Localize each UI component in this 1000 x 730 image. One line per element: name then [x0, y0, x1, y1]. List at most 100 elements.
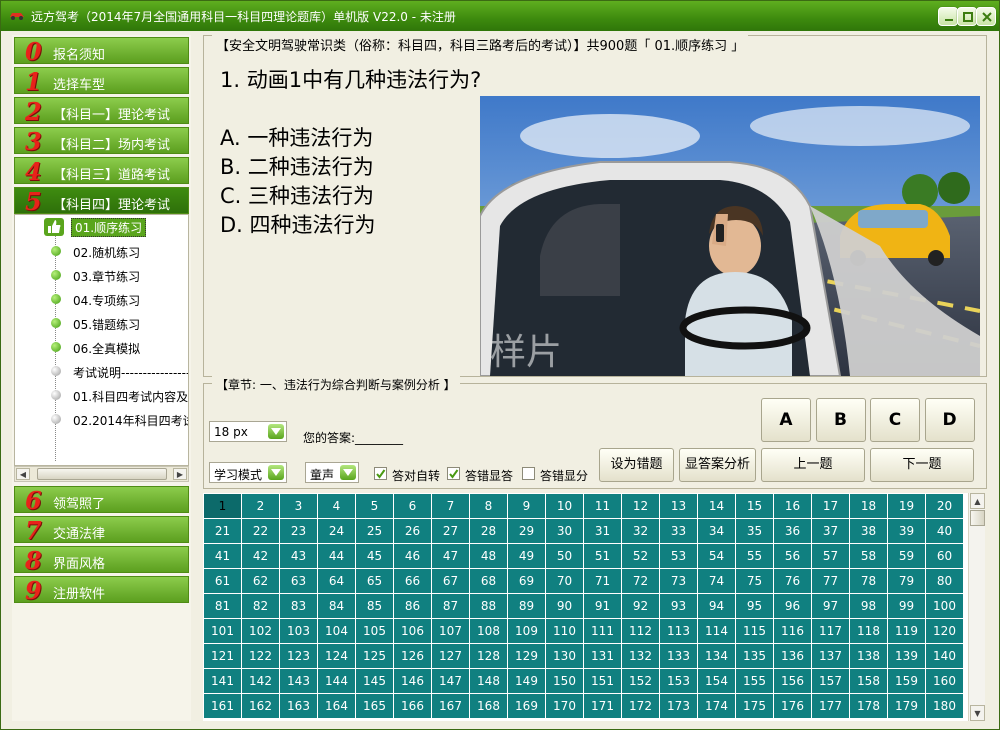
question-number-cell[interactable]: 130 [546, 644, 583, 668]
question-number-cell[interactable]: 155 [736, 669, 773, 693]
question-number-cell[interactable]: 109 [508, 619, 545, 643]
checkbox-checked-icon[interactable] [374, 467, 387, 480]
question-number-cell[interactable]: 151 [584, 669, 621, 693]
answer-button-b[interactable]: B [815, 398, 866, 442]
question-number-cell[interactable]: 60 [926, 544, 963, 568]
question-number-cell[interactable]: 110 [546, 619, 583, 643]
question-number-cell[interactable]: 102 [242, 619, 279, 643]
scroll-left-icon[interactable]: ◀ [16, 468, 30, 480]
question-number-cell[interactable]: 116 [774, 619, 811, 643]
answer-button-a[interactable]: A [761, 398, 811, 442]
question-number-cell[interactable]: 127 [432, 644, 469, 668]
scroll-thumb[interactable] [970, 510, 985, 526]
question-number-cell[interactable]: 136 [774, 644, 811, 668]
question-number-cell[interactable]: 81 [204, 594, 241, 618]
question-number-cell[interactable]: 34 [698, 519, 735, 543]
grid-vertical-scrollbar[interactable]: ▲ ▼ [968, 493, 985, 721]
question-number-cell[interactable]: 134 [698, 644, 735, 668]
question-number-cell[interactable]: 111 [584, 619, 621, 643]
question-number-cell[interactable]: 146 [394, 669, 431, 693]
question-number-cell[interactable]: 177 [812, 694, 849, 718]
question-number-cell[interactable]: 36 [774, 519, 811, 543]
question-number-cell[interactable]: 77 [812, 569, 849, 593]
question-number-cell[interactable]: 39 [888, 519, 925, 543]
answer-option-0[interactable]: A. 一种违法行为 [220, 122, 373, 152]
question-number-cell[interactable]: 126 [394, 644, 431, 668]
question-number-cell[interactable]: 73 [660, 569, 697, 593]
question-number-cell[interactable]: 58 [850, 544, 887, 568]
question-number-cell[interactable]: 119 [888, 619, 925, 643]
question-number-cell[interactable]: 26 [394, 519, 431, 543]
question-number-cell[interactable]: 138 [850, 644, 887, 668]
question-number-cell[interactable]: 179 [888, 694, 925, 718]
menu-item-5[interactable]: 5 【科目四】理论考试 [14, 187, 189, 216]
question-number-cell[interactable]: 104 [318, 619, 355, 643]
question-number-cell[interactable]: 70 [546, 569, 583, 593]
question-number-cell[interactable]: 93 [660, 594, 697, 618]
question-number-cell[interactable]: 3 [280, 494, 317, 518]
question-number-cell[interactable]: 25 [356, 519, 393, 543]
question-number-cell[interactable]: 96 [774, 594, 811, 618]
question-number-cell[interactable]: 135 [736, 644, 773, 668]
question-number-cell[interactable]: 167 [432, 694, 469, 718]
menu-item-6[interactable]: 6 领驾照了 [14, 486, 189, 515]
question-number-cell[interactable]: 170 [546, 694, 583, 718]
question-number-cell[interactable]: 74 [698, 569, 735, 593]
question-number-cell[interactable]: 45 [356, 544, 393, 568]
question-number-cell[interactable]: 78 [850, 569, 887, 593]
question-number-cell[interactable]: 164 [318, 694, 355, 718]
question-number-cell[interactable]: 92 [622, 594, 659, 618]
close-button[interactable] [976, 7, 996, 26]
question-number-cell[interactable]: 105 [356, 619, 393, 643]
question-number-cell[interactable]: 64 [318, 569, 355, 593]
dropdown-arrow-icon[interactable] [268, 424, 284, 439]
question-number-cell[interactable]: 65 [356, 569, 393, 593]
question-number-cell[interactable]: 72 [622, 569, 659, 593]
question-number-cell[interactable]: 50 [546, 544, 583, 568]
question-number-cell[interactable]: 120 [926, 619, 963, 643]
question-number-cell[interactable]: 143 [280, 669, 317, 693]
question-number-cell[interactable]: 51 [584, 544, 621, 568]
question-number-cell[interactable]: 33 [660, 519, 697, 543]
question-number-cell[interactable]: 169 [508, 694, 545, 718]
question-number-cell[interactable]: 100 [926, 594, 963, 618]
question-number-cell[interactable]: 152 [622, 669, 659, 693]
question-number-cell[interactable]: 30 [546, 519, 583, 543]
question-number-cell[interactable]: 88 [470, 594, 507, 618]
font-size-select[interactable]: 18 px [209, 421, 287, 442]
question-number-cell[interactable]: 139 [888, 644, 925, 668]
question-number-cell[interactable]: 17 [812, 494, 849, 518]
question-number-cell[interactable]: 178 [850, 694, 887, 718]
question-number-cell[interactable]: 8 [470, 494, 507, 518]
tree-horizontal-scrollbar[interactable]: ◀ ▶ [14, 466, 189, 482]
question-number-cell[interactable]: 59 [888, 544, 925, 568]
question-number-cell[interactable]: 23 [280, 519, 317, 543]
question-number-cell[interactable]: 172 [622, 694, 659, 718]
question-number-cell[interactable]: 106 [394, 619, 431, 643]
question-number-cell[interactable]: 154 [698, 669, 735, 693]
question-number-cell[interactable]: 90 [546, 594, 583, 618]
question-number-cell[interactable]: 108 [470, 619, 507, 643]
question-number-cell[interactable]: 98 [850, 594, 887, 618]
question-number-cell[interactable]: 57 [812, 544, 849, 568]
question-number-cell[interactable]: 103 [280, 619, 317, 643]
question-number-cell[interactable]: 43 [280, 544, 317, 568]
question-number-cell[interactable]: 37 [812, 519, 849, 543]
question-number-cell[interactable]: 122 [242, 644, 279, 668]
question-number-cell[interactable]: 42 [242, 544, 279, 568]
question-number-cell[interactable]: 82 [242, 594, 279, 618]
question-number-cell[interactable]: 166 [394, 694, 431, 718]
question-number-cell[interactable]: 27 [432, 519, 469, 543]
question-number-cell[interactable]: 87 [432, 594, 469, 618]
question-number-cell[interactable]: 157 [812, 669, 849, 693]
question-number-cell[interactable]: 174 [698, 694, 735, 718]
question-number-cell[interactable]: 9 [508, 494, 545, 518]
maximize-button[interactable] [957, 7, 977, 26]
dropdown-arrow-icon[interactable] [340, 465, 356, 480]
question-number-cell[interactable]: 10 [546, 494, 583, 518]
question-number-cell[interactable]: 31 [584, 519, 621, 543]
question-number-cell[interactable]: 35 [736, 519, 773, 543]
question-number-grid[interactable]: 1 2 3 4 5 6 7 8 9 10 11 12 13 14 15 16 17 18 19 20 21 22 23 24 2… [203, 493, 968, 721]
question-number-cell[interactable]: 99 [888, 594, 925, 618]
question-number-cell[interactable]: 7 [432, 494, 469, 518]
